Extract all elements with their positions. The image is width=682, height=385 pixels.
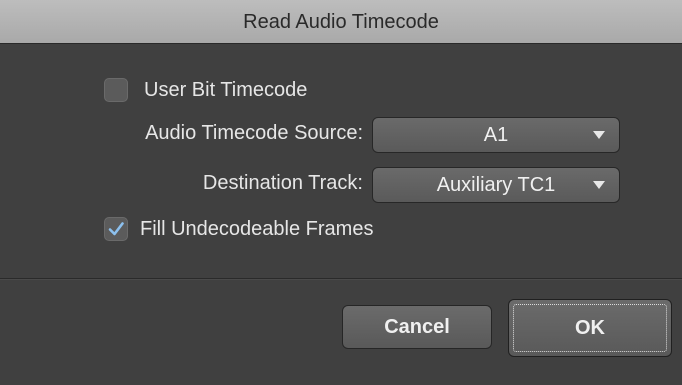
ok-button[interactable]: OK (508, 299, 672, 357)
ok-button-label: OK (575, 316, 605, 339)
destination-track-select[interactable]: Auxiliary TC1 (372, 167, 620, 203)
dialog-divider (0, 278, 682, 280)
audio-timecode-source-label: Audio Timecode Source: (145, 122, 363, 144)
cancel-button[interactable]: Cancel (342, 305, 492, 349)
dialog-titlebar: Read Audio Timecode (0, 0, 682, 44)
user-bit-timecode-label: User Bit Timecode (144, 78, 308, 101)
user-bit-timecode-row[interactable]: User Bit Timecode (104, 78, 307, 102)
audio-timecode-source-value: A1 (483, 123, 509, 146)
destination-track-value: Auxiliary TC1 (436, 173, 556, 196)
destination-track-label: Destination Track: (202, 172, 363, 194)
ok-button-focus-ring: OK (513, 304, 667, 352)
dialog-title: Read Audio Timecode (243, 11, 439, 33)
cancel-button-label: Cancel (384, 315, 450, 338)
fill-undecodeable-frames-checkbox[interactable] (104, 217, 128, 241)
fill-undecodeable-frames-label: Fill Undecodeable Frames (140, 217, 374, 240)
checkmark-icon (108, 222, 124, 236)
read-audio-timecode-dialog: Read Audio Timecode User Bit Timecode Au… (0, 0, 682, 385)
chevron-down-icon (593, 131, 605, 139)
user-bit-timecode-checkbox[interactable] (104, 78, 128, 102)
audio-timecode-source-select[interactable]: A1 (372, 117, 620, 153)
fill-undecodeable-frames-row[interactable]: Fill Undecodeable Frames (104, 217, 373, 241)
chevron-down-icon (593, 181, 605, 189)
